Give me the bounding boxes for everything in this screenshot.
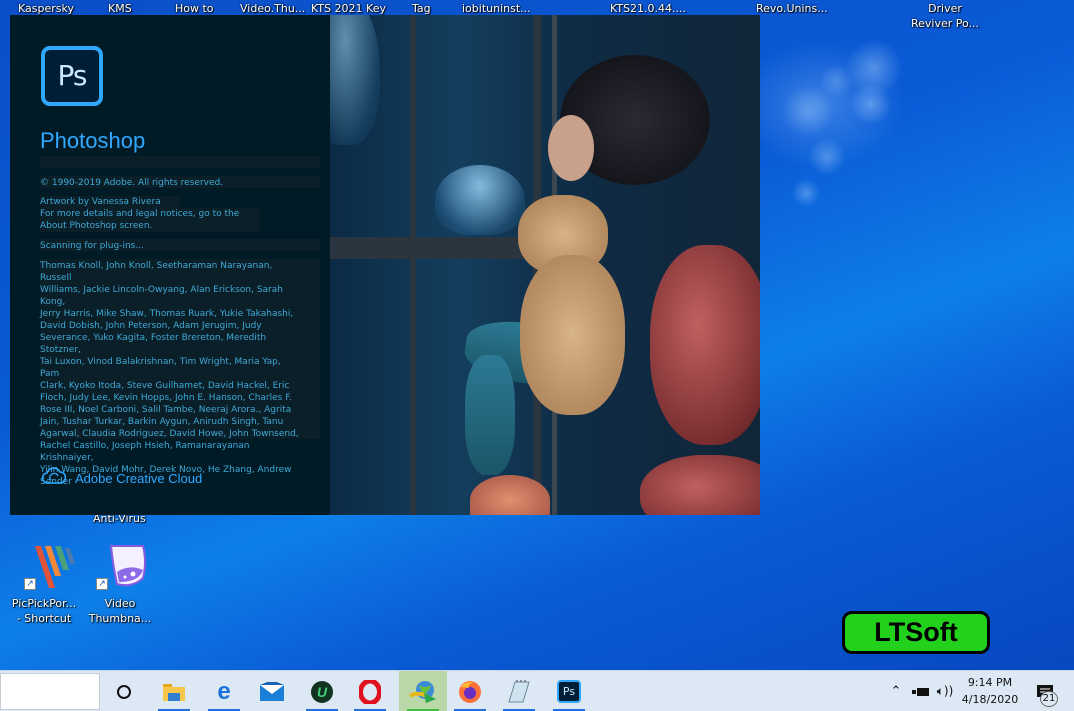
icon-label-line1: Video	[104, 597, 136, 610]
taskbar-opera[interactable]	[346, 671, 394, 711]
svg-text:U: U	[317, 684, 328, 700]
credits-list: Thomas Knoll, John Knoll, Seetharaman Na…	[40, 260, 300, 488]
speaker-icon: 🔈︎))	[936, 684, 954, 698]
credits-line: Thomas Knoll, John Knoll, Seetharaman Na…	[40, 261, 273, 283]
folder-icon	[163, 683, 185, 701]
credits-line: David Dobish, John Peterson, Adam Jerugi…	[40, 321, 262, 331]
notepad-icon	[508, 679, 530, 702]
photoshop-icon: Ps	[557, 680, 581, 703]
girl-face	[548, 115, 594, 181]
icon-label-line2: Thumbna...	[88, 612, 152, 625]
power-tray-button[interactable]	[910, 671, 932, 711]
jellyfish	[330, 15, 380, 145]
battery-plug-icon	[912, 687, 929, 696]
icon-label-line2: - Shortcut	[16, 612, 72, 625]
credits-line: Jerry Harris, Mike Shaw, Thomas Ruark, Y…	[40, 309, 294, 319]
desktop-icon-iobituninst[interactable]: iobituninst...	[462, 1, 531, 16]
window-frame	[330, 237, 540, 259]
desktop-icon-revo-uninstaller[interactable]: Revo.Unins...	[756, 1, 828, 16]
taskbar-photoshop[interactable]: Ps	[545, 671, 593, 711]
chair-seat	[640, 455, 760, 515]
taskbar-idm[interactable]	[399, 671, 447, 711]
idm-globe-icon	[408, 680, 436, 703]
desktop-icon-how-to[interactable]: How to	[175, 1, 214, 16]
edge-icon: e	[217, 677, 231, 705]
icon-label-line1: Driver	[928, 2, 962, 15]
credits-line: Williams, Jackie Lincoln-Owyang, Alan Er…	[40, 285, 283, 307]
creative-cloud-brand: Adobe Creative Cloud	[75, 471, 203, 486]
taskbar-mail[interactable]	[248, 671, 296, 711]
video-thumbnail-icon	[109, 545, 146, 587]
legal-notice-line1: For more details and legal notices, go t…	[40, 209, 240, 219]
credits-line: Clark, Kyoko Itoda, Steve Guilhamet, Dav…	[40, 381, 290, 391]
desktop-icon-video-thumbnail[interactable]: ↗ Video Thumbna...	[80, 542, 160, 626]
taskbar-firefox[interactable]	[446, 671, 494, 711]
loading-status: Scanning for plug-ins...	[40, 241, 144, 251]
cortana-circle-icon	[117, 684, 131, 699]
credits-line: Floch, Judy Lee, Kevin Hopps, John E. Ha…	[40, 393, 292, 403]
credits-line: Jain, Tushar Turkar, Barkin Aygun, Aniru…	[40, 417, 284, 427]
icon-label-line1: PicPickPor...	[11, 597, 77, 610]
ltsoft-watermark: LTSoft	[842, 611, 990, 654]
window-frame	[410, 15, 416, 515]
desktop-icon-driver-reviver[interactable]: Driver Reviver Po...	[905, 1, 985, 31]
taskbar-search-box[interactable]	[0, 673, 100, 710]
app-name: Photoshop	[40, 128, 146, 153]
volume-tray-button[interactable]: 🔈︎))	[934, 671, 956, 711]
jellyfish	[435, 165, 525, 235]
copyright-text: © 1990-2019 Adobe. All rights reserved.	[40, 178, 224, 188]
notification-count-badge: 21	[1040, 691, 1058, 707]
taskbar-ultraviewer[interactable]: U	[298, 671, 346, 711]
splash-info-panel: Ps Photoshop © 1990-2019 Adobe. All righ…	[10, 15, 330, 515]
taskbar: e U Ps ⌃ 🔈︎)) 9:14 PM 4/18/2020 21	[0, 670, 1074, 711]
chevron-up-icon: ⌃	[890, 684, 902, 699]
desktop-icon-kaspersky[interactable]: Kaspersky	[18, 1, 74, 16]
desktop-icon-video-thu[interactable]: Video.Thu...	[240, 1, 305, 16]
credits-line: Severance, Yuko Kagita, Foster Brereton,…	[40, 333, 267, 355]
cortana-button[interactable]	[100, 671, 148, 711]
taskbar-file-explorer[interactable]	[150, 671, 198, 711]
credits-line: Rose III, Noel Carboni, Salil Tambe, Nee…	[40, 405, 292, 415]
artwork-credit: Artwork by Vanessa Rivera	[40, 197, 161, 207]
photoshop-logo-icon: Ps	[41, 46, 103, 106]
action-center-button[interactable]: 21	[1030, 671, 1060, 711]
desktop-icon-tag[interactable]: Tag	[412, 1, 431, 16]
credits-line: Agarwal, Claudia Rodriguez, David Howe, …	[40, 429, 299, 439]
teddy-bear-body	[520, 255, 625, 415]
desktop-icon-picpick[interactable]: ↗ PicPickPor... - Shortcut	[4, 542, 84, 626]
legal-notice-line2: About Photoshop screen.	[40, 221, 153, 231]
desktop-icon-kts21[interactable]: KTS21.0.44....	[610, 1, 686, 16]
clock-date: 4/18/2020	[961, 693, 1019, 706]
taskbar-notepad[interactable]	[495, 671, 543, 711]
opera-icon	[359, 679, 381, 704]
icon-label-line2: Reviver Po...	[910, 17, 980, 30]
desktop-icon-kms[interactable]: KMS	[108, 1, 132, 16]
photoshop-splash-screen: Ps Photoshop © 1990-2019 Adobe. All righ…	[10, 15, 760, 515]
clock-time: 9:14 PM	[967, 676, 1013, 689]
creative-cloud-icon	[42, 467, 66, 484]
mermaid-tail	[465, 355, 515, 475]
taskbar-edge[interactable]: e	[200, 671, 248, 711]
splash-artwork-image	[330, 15, 760, 515]
desktop: Kaspersky KMS How to Video.Thu... KTS 20…	[0, 0, 1074, 670]
shortcut-arrow-icon: ↗	[24, 578, 36, 590]
chair	[650, 245, 760, 445]
show-hidden-icons-button[interactable]: ⌃	[886, 671, 906, 711]
credits-line: Rachel Castillo, Joseph Hsieh, Ramanaray…	[40, 441, 250, 463]
ultraviewer-icon: U	[311, 680, 333, 703]
system-clock[interactable]: 9:14 PM 4/18/2020	[958, 674, 1022, 708]
credits-line: Tai Luxon, Vinod Balakrishnan, Tim Wrigh…	[40, 357, 281, 379]
desktop-icon-kts-key[interactable]: KTS 2021 Key	[311, 1, 386, 16]
mail-envelope-icon	[260, 681, 284, 701]
blank-band	[40, 156, 320, 168]
firefox-icon	[459, 680, 481, 703]
shortcut-arrow-icon: ↗	[96, 578, 108, 590]
